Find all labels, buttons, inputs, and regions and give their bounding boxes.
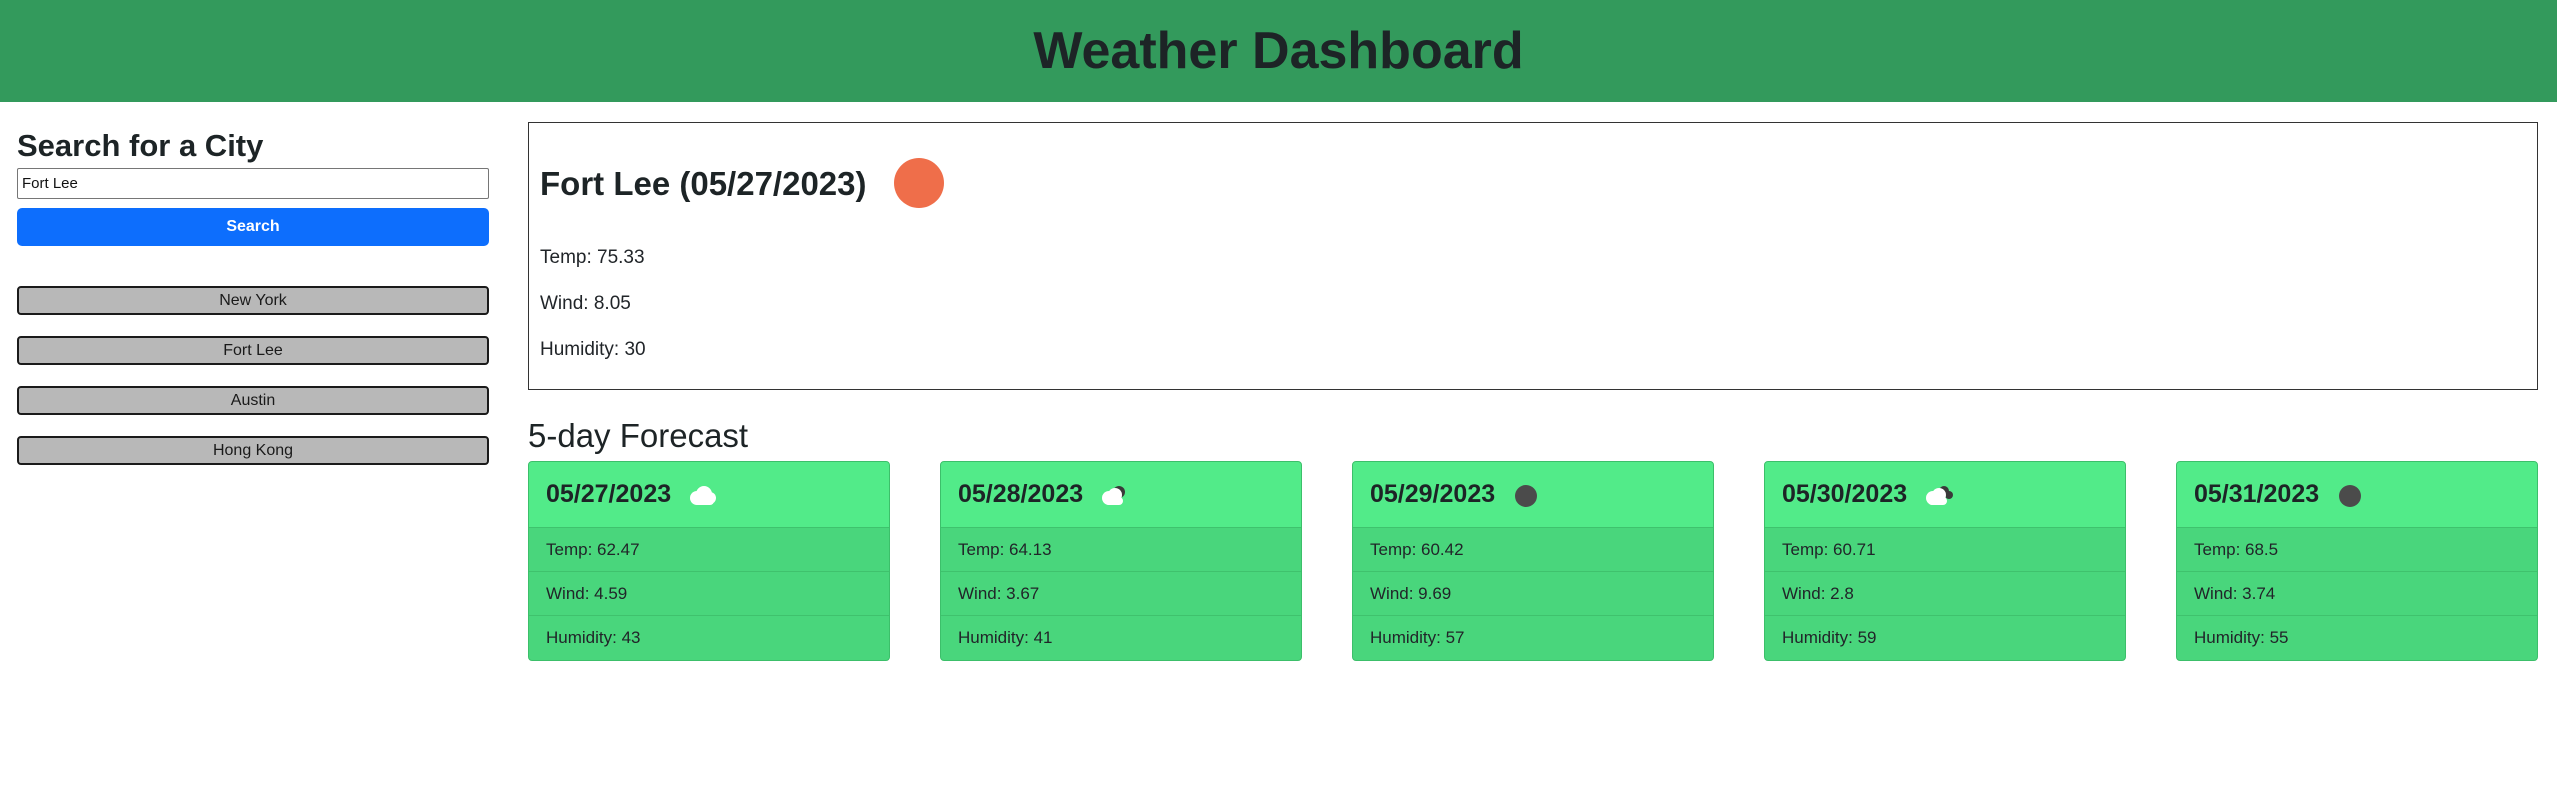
history-button-hong-kong[interactable]: Hong Kong — [17, 436, 489, 465]
forecast-date: 05/28/2023 — [958, 480, 1084, 508]
app-header: Weather Dashboard — [0, 0, 2557, 102]
forecast-humidity: Humidity: 55 — [2194, 628, 2289, 647]
sun-icon — [893, 158, 944, 208]
page-title: Weather Dashboard — [1033, 22, 1524, 80]
forecast-wind: Wind: 9.69 — [1353, 572, 1713, 616]
cloud-icon — [685, 483, 719, 507]
forecast-card: 05/27/2023 Temp: 62.47 Wind: 4.59 Humidi… — [528, 461, 890, 661]
broken-clouds-icon — [1921, 483, 1955, 507]
forecast-temp: Temp: 64.13 — [941, 528, 1301, 572]
history-button-austin[interactable]: Austin — [17, 386, 489, 415]
current-humidity: Humidity: 30 — [540, 339, 646, 360]
sidebar: Search for a City Search New York Fort L… — [17, 124, 489, 486]
forecast-card: 05/31/2023 Temp: 68.5 Wind: 3.74 Humidit… — [2176, 461, 2538, 661]
current-temp: Temp: 75.33 — [540, 247, 645, 268]
forecast-date: 05/27/2023 — [546, 480, 672, 508]
forecast-humidity: Humidity: 59 — [1782, 628, 1877, 647]
forecast-card-header: 05/28/2023 — [941, 462, 1301, 528]
forecast-card-header: 05/29/2023 — [1353, 462, 1713, 528]
forecast-humidity: Humidity: 43 — [546, 628, 641, 647]
forecast-temp: Temp: 62.47 — [529, 528, 889, 572]
forecast-temp: Temp: 60.42 — [1353, 528, 1713, 572]
forecast-humidity: Humidity: 57 — [1370, 628, 1465, 647]
forecast-row: 05/27/2023 Temp: 62.47 Wind: 4.59 Humidi… — [528, 461, 2538, 661]
forecast-card: 05/29/2023 Temp: 60.42 Wind: 9.69 Humidi… — [1352, 461, 1714, 661]
forecast-humidity: Humidity: 41 — [958, 628, 1053, 647]
forecast-card: 05/30/2023 Temp: 60.71 Wind: 2.8 Humidit… — [1764, 461, 2126, 661]
forecast-card-header: 05/31/2023 — [2177, 462, 2537, 528]
forecast-date: 05/29/2023 — [1370, 480, 1496, 508]
dark-circle-icon — [2333, 483, 2367, 507]
forecast-date: 05/31/2023 — [2194, 480, 2320, 508]
forecast-heading: 5-day Forecast — [528, 417, 749, 454]
history-button-fort-lee[interactable]: Fort Lee — [17, 336, 489, 365]
current-weather-card: Fort Lee (05/27/2023) Temp: 75.33 Wind: … — [528, 122, 2538, 390]
forecast-temp: Temp: 68.5 — [2177, 528, 2537, 572]
city-search-input[interactable] — [17, 168, 489, 199]
forecast-wind: Wind: 3.67 — [941, 572, 1301, 616]
forecast-card-header: 05/27/2023 — [529, 462, 889, 528]
cloud-with-dark-cloud-icon — [1097, 483, 1131, 507]
forecast-card-header: 05/30/2023 — [1765, 462, 2125, 528]
current-city-title: Fort Lee (05/27/2023) — [540, 164, 867, 202]
forecast-wind: Wind: 4.59 — [529, 572, 889, 616]
current-title-row: Fort Lee (05/27/2023) — [540, 158, 944, 208]
forecast-date: 05/30/2023 — [1782, 480, 1908, 508]
forecast-wind: Wind: 3.74 — [2177, 572, 2537, 616]
dark-circle-icon — [1509, 483, 1543, 507]
current-wind: Wind: 8.05 — [540, 293, 631, 314]
search-button[interactable]: Search — [17, 208, 489, 246]
history-button-new-york[interactable]: New York — [17, 286, 489, 315]
search-heading: Search for a City — [17, 128, 264, 163]
forecast-temp: Temp: 60.71 — [1765, 528, 2125, 572]
forecast-wind: Wind: 2.8 — [1765, 572, 2125, 616]
search-history-list: New York Fort Lee Austin Hong Kong — [17, 286, 489, 465]
forecast-card: 05/28/2023 Temp: 64.13 Wind: 3.67 Humidi… — [940, 461, 1302, 661]
